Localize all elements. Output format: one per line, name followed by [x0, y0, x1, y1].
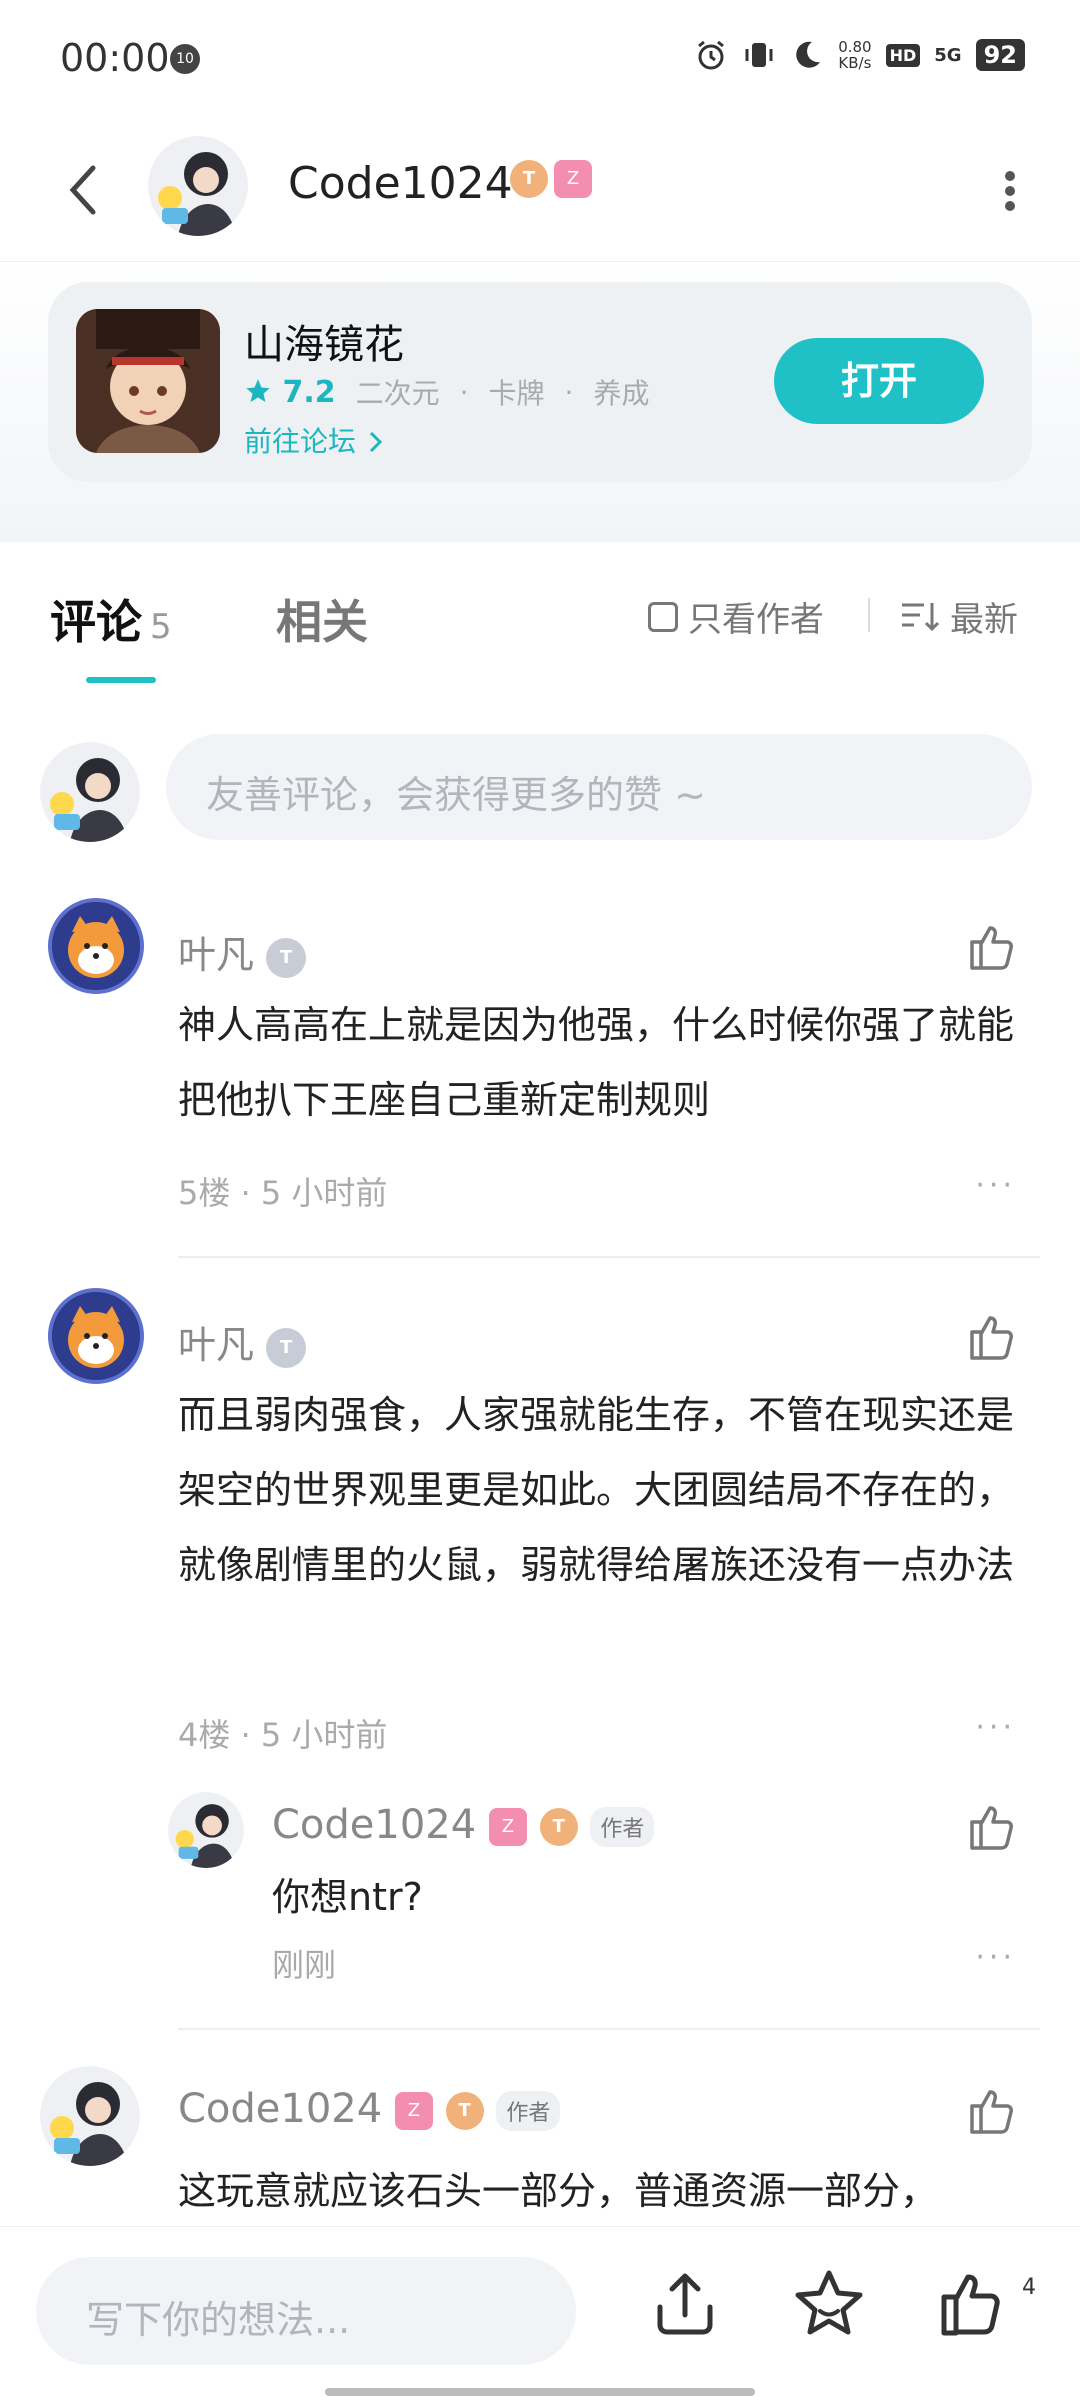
network-speed: 0.80 KB/s [838, 38, 872, 72]
game-band: 山海镜花 7.2 二次元 · 卡牌 · 养成 前往论坛 打开 [0, 262, 1080, 542]
star-icon [246, 378, 270, 402]
signal-icon: 5G [934, 44, 962, 66]
comment-author[interactable]: 叶凡 T [178, 924, 307, 979]
sort-icon [902, 602, 940, 631]
more-icon[interactable]: ··· [975, 1940, 1016, 1975]
sort-toggle[interactable]: 最新 [900, 592, 1018, 641]
creator-badge: Z [394, 2092, 433, 2130]
back-arrow-icon[interactable] [55, 150, 115, 230]
home-indicator[interactable] [325, 2388, 755, 2396]
avatar[interactable] [168, 1792, 244, 1868]
comment-item: 叶凡 T 而且弱肉强食，人家强就能生存，不管在现实还是架空的世界观里更是如此。大… [0, 1284, 1080, 2004]
game-card[interactable]: 山海镜花 7.2 二次元 · 卡牌 · 养成 前往论坛 打开 [48, 282, 1032, 482]
comment-text: 而且弱肉强食，人家强就能生存，不管在现实还是架空的世界观里更是如此。大团圆结局不… [178, 1393, 1015, 1587]
tab-bar: 评论 5 相关 只看作者 最新 [0, 542, 1080, 692]
status-time: 00:00 [60, 36, 170, 80]
chevron-right-icon [369, 431, 383, 453]
comment-input[interactable]: 友善评论，会获得更多的赞 ~ [166, 734, 1032, 840]
moon-icon [796, 41, 821, 68]
game-icon [76, 309, 220, 453]
more-icon[interactable]: ··· [975, 1168, 1016, 1203]
level-badge: T [445, 2092, 484, 2130]
comment-item: 叶凡 T 神人高高在上就是因为他强，什么时候你强了就能把他扒下王座自己重新定制规… [0, 894, 1080, 1254]
active-tab-indicator [86, 677, 156, 683]
notification-badge: 10 [170, 44, 200, 74]
checkbox-icon [648, 601, 678, 632]
game-tag: 养成 [593, 377, 650, 410]
vibrate-icon [745, 43, 773, 67]
game-meta: 7.2 二次元 · 卡牌 · 养成 [244, 372, 649, 412]
favorite-star-icon[interactable] [792, 2267, 866, 2341]
reply-author[interactable]: Code1024 Z T 作者 [272, 1802, 655, 1848]
level-badge: T [510, 160, 548, 198]
divider [868, 598, 870, 632]
author-tag: 作者 [590, 1807, 655, 1847]
comment-input-placeholder: 友善评论，会获得更多的赞 ~ [206, 773, 706, 817]
comment-meta: 5楼 · 5 小时前 [178, 1174, 388, 1212]
like-count: 4 [1022, 2275, 1036, 2300]
open-game-button[interactable]: 打开 [774, 338, 984, 424]
share-icon[interactable] [648, 2267, 722, 2341]
my-avatar [40, 742, 140, 842]
nav-bar: Code1024 T Z [0, 120, 1080, 262]
like-icon[interactable] [966, 1800, 1020, 1854]
level-badge: T [266, 1327, 307, 1368]
more-icon[interactable]: ··· [975, 1710, 1016, 1745]
avatar[interactable] [40, 2066, 140, 2166]
creator-badge: Z [488, 1808, 527, 1846]
tab-related[interactable]: 相关 [276, 586, 368, 652]
like-icon[interactable] [936, 2267, 1010, 2341]
reply-time: 刚刚 [272, 1946, 337, 1984]
tag-separator: · [459, 375, 469, 409]
like-icon[interactable] [966, 1310, 1020, 1364]
divider [178, 1256, 1040, 1258]
page-title: Code1024 [288, 158, 513, 209]
game-tag: 二次元 [355, 377, 440, 410]
user-badges: T Z [510, 160, 592, 198]
battery-icon: 92 [975, 39, 1025, 71]
comment-meta: 4楼 · 5 小时前 [178, 1716, 388, 1754]
reply-input[interactable]: 写下你的想法... [36, 2257, 576, 2365]
reply-input-placeholder: 写下你的想法... [86, 2298, 351, 2342]
like-icon[interactable] [966, 2084, 1020, 2138]
game-tag: 卡牌 [488, 377, 545, 410]
reply-text: 你想ntr? [272, 1875, 423, 1919]
game-name: 山海镜花 [244, 322, 404, 368]
comment-author[interactable]: Code1024 Z T 作者 [178, 2086, 561, 2132]
avatar[interactable] [148, 136, 248, 236]
level-badge: T [266, 937, 307, 978]
author-tag: 作者 [496, 2091, 561, 2131]
bottom-bar: 写下你的想法... 4 [0, 2226, 1080, 2400]
creator-badge: Z [554, 160, 592, 198]
tab-comments[interactable]: 评论 5 [50, 586, 172, 652]
avatar[interactable] [48, 898, 144, 994]
hd-icon: HD [885, 43, 921, 67]
status-icons: 0.80 KB/s HD 5G 92 [694, 38, 1025, 72]
alarm-icon [698, 40, 725, 70]
level-badge: T [539, 1808, 578, 1846]
comment-item: Code1024 Z T 作者 这玩意就应该石头一部分，普通资源一部分， [0, 2058, 1080, 2226]
only-author-toggle[interactable]: 只看作者 [648, 592, 824, 641]
status-bar: 00:00 10 0.80 KB/s HD 5G 92 [0, 0, 1080, 120]
tag-separator: · [564, 375, 574, 409]
like-icon[interactable] [966, 920, 1020, 974]
comments-count: 5 [150, 607, 172, 647]
comment-author[interactable]: 叶凡 T [178, 1314, 307, 1369]
game-rating: 7.2 [244, 375, 336, 410]
forum-link[interactable]: 前往论坛 [244, 420, 387, 460]
comment-text: 这玩意就应该石头一部分，普通资源一部分， [178, 2169, 939, 2213]
avatar[interactable] [48, 1288, 144, 1384]
comment-text: 神人高高在上就是因为他强，什么时候你强了就能把他扒下王座自己重新定制规则 [178, 1003, 1015, 1122]
divider [178, 2028, 1040, 2030]
more-vertical-icon[interactable] [980, 156, 1040, 226]
